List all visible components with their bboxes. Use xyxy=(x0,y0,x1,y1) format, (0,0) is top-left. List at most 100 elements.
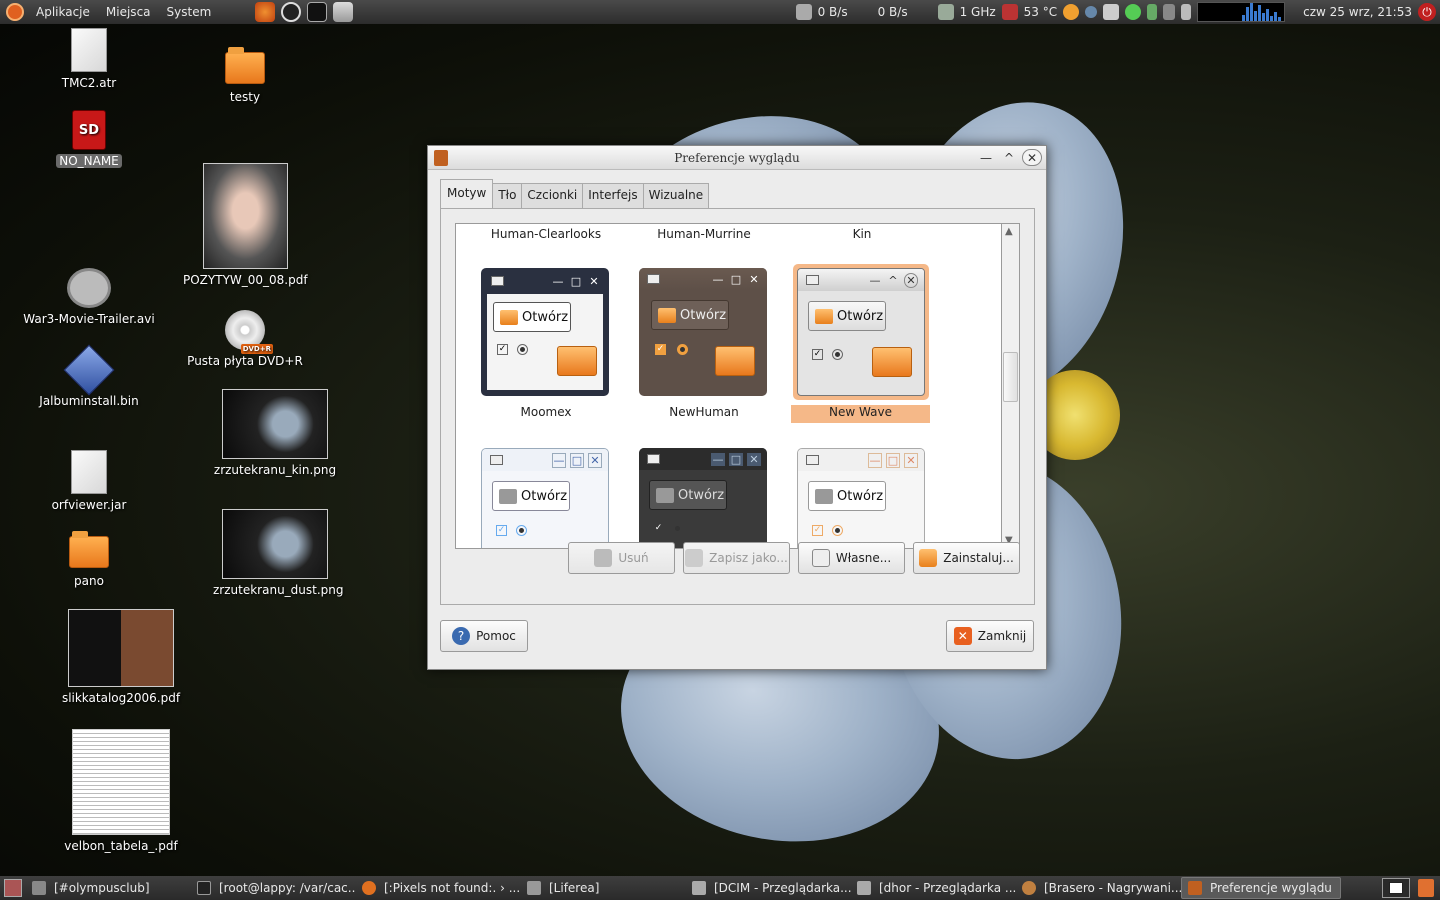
taskbar-item[interactable]: [dhor - Przeglądarka ... xyxy=(851,877,1016,899)
power-icon[interactable]: ⏻ xyxy=(1418,3,1436,21)
folder-icon xyxy=(872,347,912,377)
preview-open-button: Otwórz xyxy=(808,481,886,511)
wifi-icon[interactable] xyxy=(1125,4,1142,20)
theme-preview-row3-1[interactable]: — □ ✕ Otwórz ✓ xyxy=(481,448,609,548)
desktop-icon-blank-dvd[interactable]: DVD+R Pusta płyta DVD+R xyxy=(182,310,308,368)
dvd-disc-icon: DVD+R xyxy=(225,310,273,354)
theme-name[interactable]: NewHuman xyxy=(629,405,779,419)
theme-name[interactable]: Moomex xyxy=(471,405,621,419)
folder-icon xyxy=(557,346,597,376)
network-down-icon xyxy=(795,4,812,20)
desktop-icon-screenshot-kin[interactable]: zrzutekranu_kin.png xyxy=(210,389,340,477)
terminal-launcher-icon[interactable] xyxy=(307,2,328,22)
cpu-icon xyxy=(937,4,954,20)
taskbar-item[interactable]: [root@lappy: /var/cac... xyxy=(191,877,356,899)
menu-applications[interactable]: Aplikacje xyxy=(28,5,98,19)
workspace-switcher[interactable] xyxy=(1382,878,1410,898)
theme-preview-row3-3[interactable]: — □ ✕ Otwórz ✓ xyxy=(797,448,925,548)
menu-system[interactable]: System xyxy=(159,5,220,19)
theme-name[interactable]: Human-Murrine xyxy=(629,227,779,241)
clock[interactable]: czw 25 wrz, 21:53 xyxy=(1303,5,1412,19)
theme-list[interactable]: Human-Clearlooks Human-Murrine Kin — □ ✕ O… xyxy=(455,223,1002,549)
tab-interface[interactable]: Interfejs xyxy=(582,183,644,208)
theme-list-scrollbar[interactable]: ▲ ▼ xyxy=(1002,223,1020,549)
desktop-icon-jalbuminstall[interactable]: Jalbuminstall.bin xyxy=(30,344,148,408)
maximize-button[interactable]: ^ xyxy=(999,149,1019,166)
scroll-up-arrow-icon[interactable]: ▲ xyxy=(1005,226,1013,237)
minimize-button[interactable]: — xyxy=(976,149,996,166)
pidgin-launcher-icon[interactable] xyxy=(281,2,302,22)
pdf-thumbnail xyxy=(202,163,288,269)
ubuntu-logo-icon[interactable] xyxy=(6,3,24,21)
desktop-icon-pozytyw[interactable]: POZYTYW_00_08.pdf xyxy=(180,163,310,287)
remove-theme-button[interactable]: Usuń xyxy=(568,542,675,574)
system-monitor-graph[interactable] xyxy=(1197,2,1286,22)
theme-name[interactable]: Human-Clearlooks xyxy=(471,227,621,241)
show-desktop-icon[interactable] xyxy=(4,879,22,897)
taskbar-item[interactable]: [Brasero - Nagrywani... xyxy=(1016,877,1181,899)
preview-open-button: Otwórz xyxy=(492,481,570,511)
window-titlebar[interactable]: Preferencje wyglądu — ^ ✕ xyxy=(428,146,1046,170)
close-button[interactable]: ✕ Zamknij xyxy=(946,620,1034,652)
folder-icon xyxy=(715,346,755,376)
volume-icon[interactable] xyxy=(1181,4,1192,20)
edit-icon xyxy=(811,549,830,567)
desktop-icon-tmc2[interactable]: TMC2.atr xyxy=(40,28,138,90)
desktop-icon-screenshot-dust[interactable]: zrzutekranu_dust.png xyxy=(210,509,344,597)
keyboard-icon[interactable] xyxy=(1163,4,1176,20)
tab-visual-effects[interactable]: Wizualne xyxy=(642,183,710,208)
film-reel-icon xyxy=(67,268,111,308)
close-window-button[interactable]: ✕ xyxy=(1022,149,1042,166)
desktop-icon-war3-trailer[interactable]: War3-Movie-Trailer.avi xyxy=(20,268,158,326)
theme-preview-row3-2[interactable]: — □ ✕ Otwórz ✓ xyxy=(639,448,767,548)
firefox-launcher-icon[interactable] xyxy=(255,2,276,22)
update-notifier-icon[interactable] xyxy=(1063,4,1080,20)
battery-icon[interactable] xyxy=(1147,4,1158,20)
cpu-frequency: 1 GHz xyxy=(959,5,996,19)
taskbar-item[interactable]: [#olympusclub] xyxy=(26,877,191,899)
rss-launcher-icon[interactable] xyxy=(333,2,354,22)
taskbar-item-active[interactable]: Preferencje wyglądu xyxy=(1181,877,1341,899)
save-as-button[interactable]: Zapisz jako... xyxy=(683,542,790,574)
preview-open-button: Otwórz xyxy=(493,302,571,332)
window-app-icon[interactable] xyxy=(434,150,448,166)
tab-background[interactable]: Tło xyxy=(492,183,523,208)
taskbar-item[interactable]: [DCIM - Przeglądarka... xyxy=(686,877,851,899)
preview-open-button: Otwórz xyxy=(808,301,886,331)
pdf-thumbnail xyxy=(68,609,174,687)
menu-places[interactable]: Miejsca xyxy=(98,5,159,19)
window-title: Preferencje wyglądu xyxy=(674,150,800,165)
bottom-panel: [#olympusclub] [root@lappy: /var/cac... … xyxy=(0,876,1440,900)
folder-icon xyxy=(69,531,109,568)
desktop-icon-pano[interactable]: pano xyxy=(40,531,138,588)
desktop-icon-orfviewer[interactable]: orfviewer.jar xyxy=(40,450,138,512)
net-up-speed: 0 B/s xyxy=(877,5,908,19)
theme-name[interactable]: Kin xyxy=(787,227,937,241)
theme-preview-new-wave[interactable]: — ^ ✕ Otwórz ✓ xyxy=(793,264,929,400)
tab-theme[interactable]: Motyw xyxy=(440,179,494,208)
firefox-icon xyxy=(362,881,376,895)
tab-fonts[interactable]: Czcionki xyxy=(521,183,584,208)
close-icon: ✕ xyxy=(953,627,972,645)
theme-preview-moomex[interactable]: — □ ✕ Otwórz ✓ xyxy=(481,268,609,396)
desktop-icon-velbon[interactable]: velbon_tabela_.pdf xyxy=(56,729,186,853)
theme-name-selected[interactable]: New Wave xyxy=(791,405,930,423)
top-panel: Aplikacje Miejsca System 0 B/s 0 B/s 1 G… xyxy=(0,0,1440,24)
theme-preview-newhuman[interactable]: — □ ✕ Otwórz ✓ xyxy=(639,268,767,396)
mail-icon[interactable] xyxy=(1103,4,1120,20)
desktop-icon-slikkatalog[interactable]: slikkatalog2006.pdf xyxy=(56,609,186,705)
customize-button[interactable]: Własne... xyxy=(798,542,905,574)
temperature: 53 °C xyxy=(1023,5,1058,19)
desktop-icon-no-name[interactable]: SD NO_NAME xyxy=(40,110,138,168)
install-button[interactable]: Zainstaluj... xyxy=(913,542,1020,574)
scrollbar-thumb[interactable] xyxy=(1003,352,1018,402)
desktop-icon-testy[interactable]: testy xyxy=(196,47,294,104)
image-thumbnail xyxy=(222,509,328,579)
taskbar-item[interactable]: [:Pixels not found:. › ... xyxy=(356,877,521,899)
net-down-speed: 0 B/s xyxy=(817,5,848,19)
help-button[interactable]: ? Pomoc xyxy=(440,620,528,652)
trash-icon[interactable] xyxy=(1418,879,1434,897)
package-icon xyxy=(919,549,938,567)
taskbar-item[interactable]: [Liferea] xyxy=(521,877,686,899)
network-status-icon[interactable] xyxy=(1085,6,1098,18)
